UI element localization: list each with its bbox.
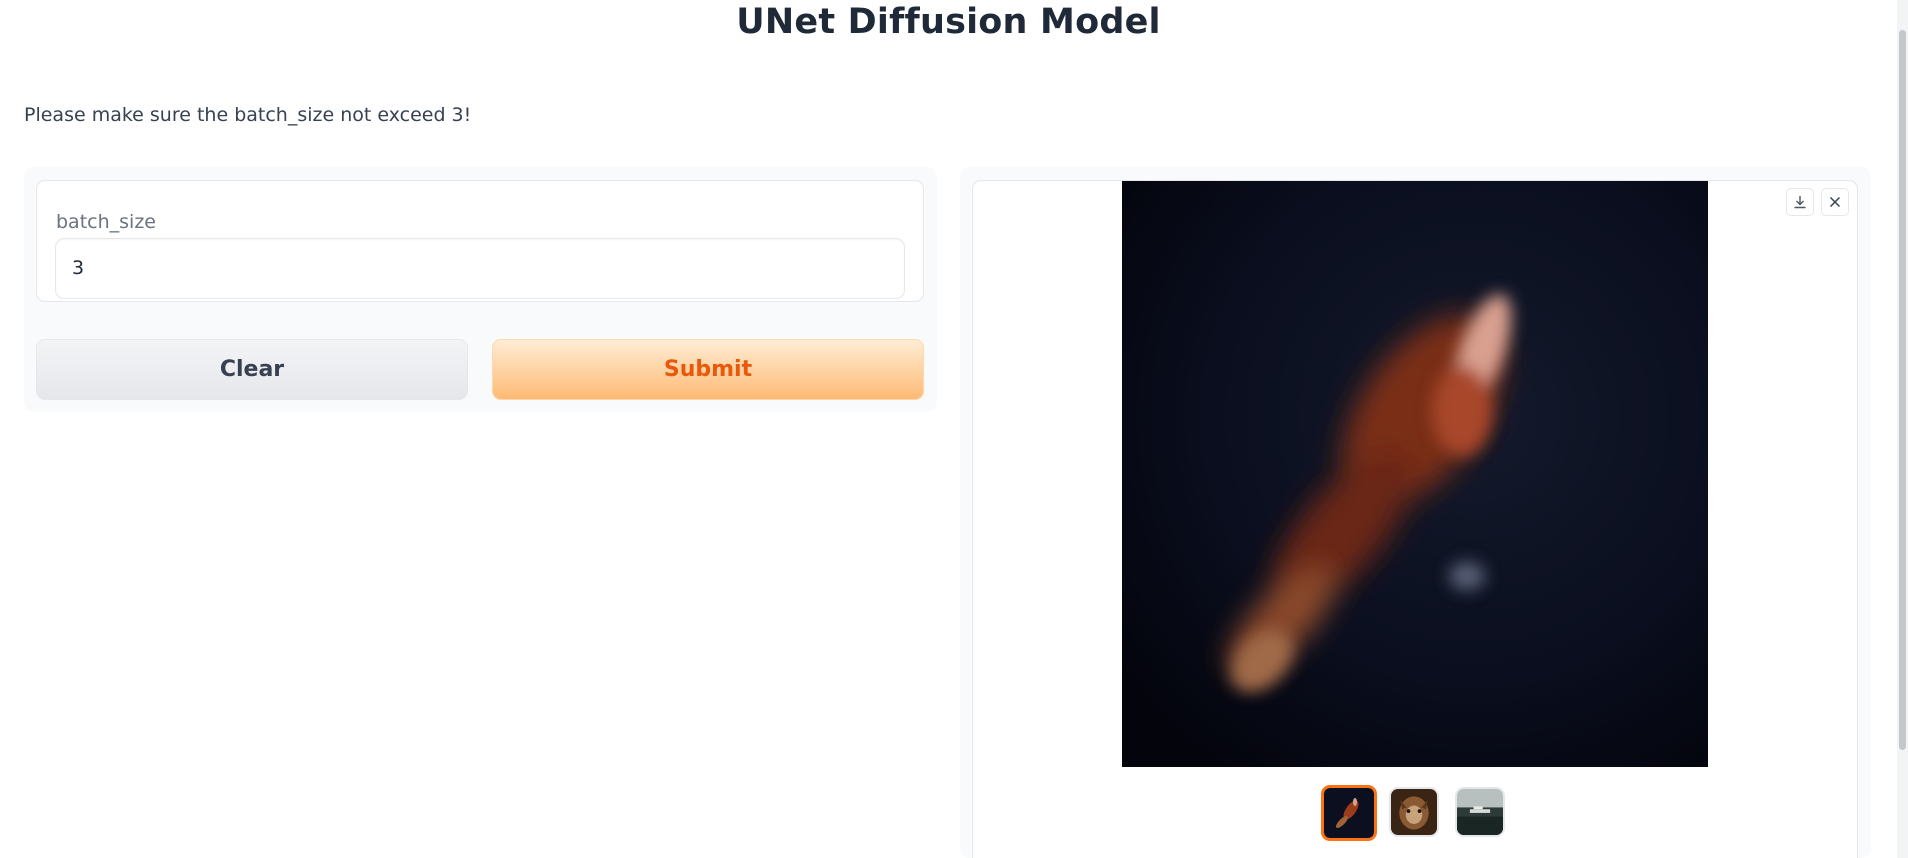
- clear-button[interactable]: Clear: [36, 339, 468, 400]
- batch-size-input[interactable]: 3: [55, 238, 905, 299]
- close-icon[interactable]: [1821, 188, 1849, 216]
- page-title: UNet Diffusion Model: [736, 2, 1161, 42]
- generated-image-preview: [1122, 181, 1708, 767]
- output-panel: [960, 167, 1871, 858]
- download-icon[interactable]: [1786, 188, 1814, 216]
- page: UNet Diffusion Model Please make sure th…: [0, 0, 1908, 858]
- batch-size-notice: Please make sure the batch_size not exce…: [24, 104, 472, 126]
- thumbnail-bird[interactable]: [1321, 785, 1377, 841]
- scrollbar-thumb[interactable]: [1899, 30, 1906, 750]
- batch-size-label: batch_size: [56, 211, 156, 233]
- page-scrollbar[interactable]: [1897, 0, 1908, 858]
- input-panel: batch_size 3 Clear Submit: [24, 167, 937, 412]
- thumbnail-fox[interactable]: [1389, 787, 1439, 837]
- submit-button[interactable]: Submit: [492, 339, 924, 400]
- batch-size-block: batch_size 3: [36, 180, 924, 302]
- thumbnail-boat[interactable]: [1455, 787, 1505, 837]
- output-gallery: [972, 180, 1858, 858]
- thumbnail-strip: [973, 785, 1859, 841]
